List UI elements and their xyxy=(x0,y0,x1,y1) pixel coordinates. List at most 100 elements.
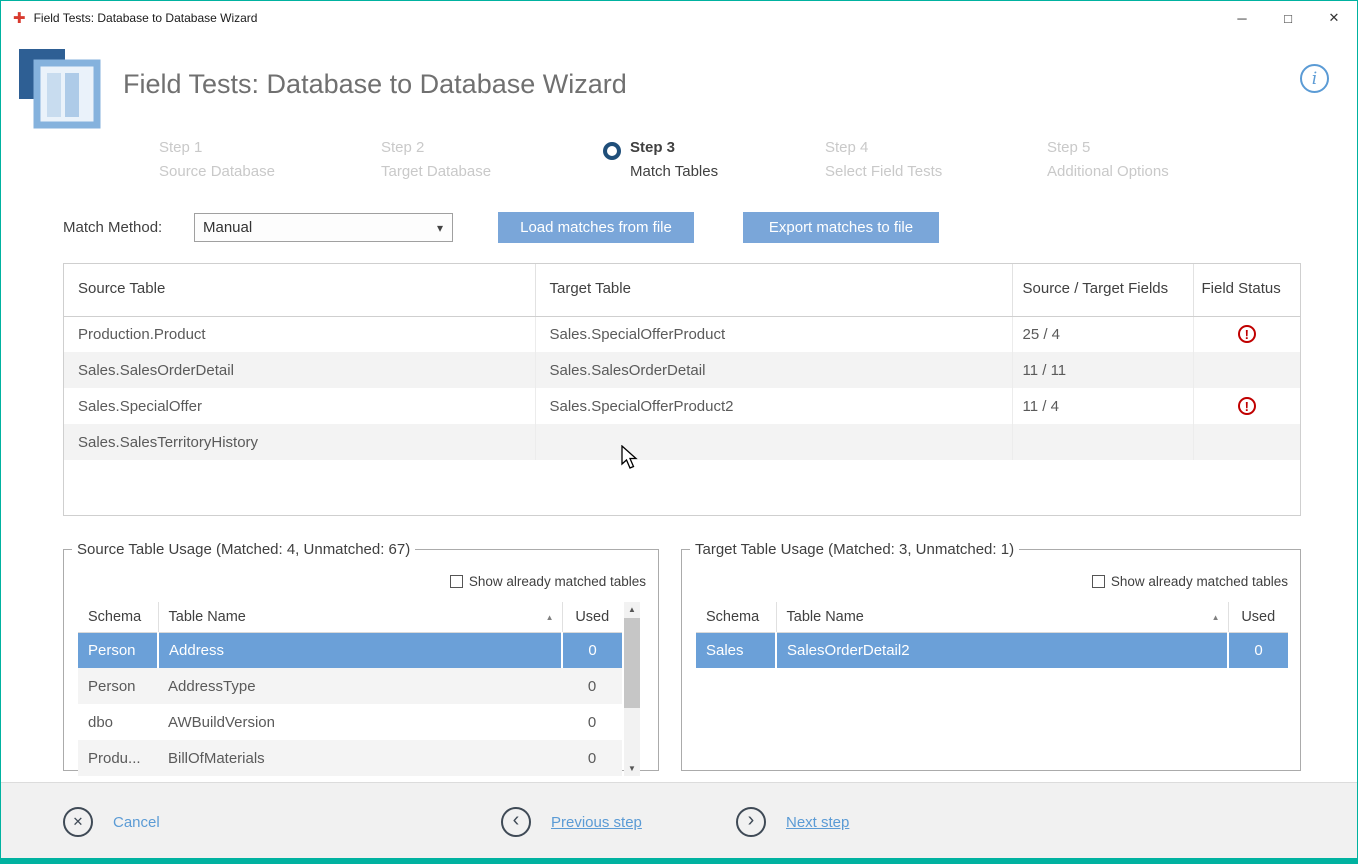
minimize-button[interactable]: ─ xyxy=(1219,1,1265,35)
scroll-down-icon[interactable]: ▼ xyxy=(624,761,640,776)
scroll-up-icon[interactable]: ▲ xyxy=(624,602,640,617)
sort-ascending-icon: ▲ xyxy=(1212,613,1220,622)
list-item[interactable]: Produ... BillOfMaterials 0 xyxy=(78,740,622,776)
mouse-cursor xyxy=(621,445,641,473)
schema-cell[interactable]: dbo xyxy=(78,704,158,740)
col-source-table[interactable]: Source Table xyxy=(64,264,535,316)
match-table-body: Production.Product Sales.SpecialOfferPro… xyxy=(64,316,1300,460)
target-table-cell[interactable] xyxy=(535,424,1012,460)
table-row[interactable]: Production.Product Sales.SpecialOfferPro… xyxy=(64,316,1300,352)
previous-step-label: Previous step xyxy=(551,814,642,831)
source-table-cell[interactable]: Sales.SalesTerritoryHistory xyxy=(64,424,535,460)
checkbox-icon[interactable] xyxy=(1092,575,1105,588)
vertical-scrollbar[interactable]: ▲ ▼ xyxy=(624,602,640,776)
match-table: Source Table Target Table Source / Targe… xyxy=(64,264,1300,460)
target-table-cell[interactable]: Sales.SpecialOfferProduct xyxy=(535,316,1012,352)
load-matches-button[interactable]: Load matches from file xyxy=(498,212,694,243)
show-matched-label: Show already matched tables xyxy=(469,574,646,589)
export-matches-button[interactable]: Export matches to file xyxy=(743,212,939,243)
previous-step-button[interactable]: ‹ Previous step xyxy=(501,783,642,861)
table-name-cell[interactable]: AWBuildVersion xyxy=(158,704,562,740)
wizard-step[interactable]: Step 4 Select Field Tests xyxy=(825,139,1047,180)
col-schema[interactable]: Schema xyxy=(78,602,158,632)
col-table-name[interactable]: Table Name▲ xyxy=(158,602,562,632)
target-table-cell[interactable]: Sales.SpecialOfferProduct2 xyxy=(535,388,1012,424)
col-used[interactable]: Used xyxy=(1228,602,1288,632)
fields-count-cell: 25 / 4 xyxy=(1012,316,1193,352)
source-table-cell[interactable]: Sales.SpecialOffer xyxy=(64,388,535,424)
source-table-cell[interactable]: Production.Product xyxy=(64,316,535,352)
table-name-cell[interactable]: SalesOrderDetail2 xyxy=(776,632,1228,668)
target-table-cell[interactable]: Sales.SalesOrderDetail xyxy=(535,352,1012,388)
table-row[interactable]: Sales.SpecialOffer Sales.SpecialOfferPro… xyxy=(64,388,1300,424)
schema-cell[interactable]: Sales xyxy=(696,632,776,668)
sort-ascending-icon: ▲ xyxy=(546,613,554,622)
next-step-button[interactable]: › Next step xyxy=(736,783,849,861)
scrollbar-thumb[interactable] xyxy=(624,618,640,708)
step-number: Step 2 xyxy=(381,139,491,156)
wizard-step[interactable]: Step 5 Additional Options xyxy=(1047,139,1269,180)
schema-cell[interactable]: Produ... xyxy=(78,740,158,776)
used-cell: 0 xyxy=(562,704,622,740)
table-name-cell[interactable]: BillOfMaterials xyxy=(158,740,562,776)
match-method-select[interactable]: Manual ▾ xyxy=(194,213,453,242)
list-item[interactable]: Sales SalesOrderDetail2 0 xyxy=(696,632,1288,668)
info-icon[interactable]: i xyxy=(1300,64,1329,93)
fields-count-cell xyxy=(1012,424,1193,460)
target-usage-title: Target Table Usage (Matched: 3, Unmatche… xyxy=(690,541,1019,558)
source-usage-title: Source Table Usage (Matched: 4, Unmatche… xyxy=(72,541,415,558)
col-used[interactable]: Used xyxy=(562,602,622,632)
fields-count-cell: 11 / 4 xyxy=(1012,388,1193,424)
app-window: ✚ Field Tests: Database to Database Wiza… xyxy=(0,0,1358,864)
step-label: Source Database xyxy=(159,163,275,180)
step-number: Step 4 xyxy=(825,139,942,156)
match-table-header-row: Source Table Target Table Source / Targe… xyxy=(64,264,1300,316)
target-show-matched-row[interactable]: Show already matched tables xyxy=(1092,574,1288,589)
wizard-steps: Step 1 Source Database Step 2 Target Dat… xyxy=(159,139,1269,180)
step-label: Target Database xyxy=(381,163,491,180)
field-status-cell xyxy=(1193,424,1300,460)
col-table-name[interactable]: Table Name▲ xyxy=(776,602,1228,632)
col-target-table[interactable]: Target Table xyxy=(535,264,1012,316)
col-field-status[interactable]: Field Status xyxy=(1193,264,1300,316)
app-logo-icon xyxy=(17,47,101,131)
wizard-step[interactable]: Step 3 Match Tables xyxy=(603,139,825,180)
page-title: Field Tests: Database to Database Wizard xyxy=(123,69,627,100)
col-source-target-fields[interactable]: Source / Target Fields xyxy=(1012,264,1193,316)
step-number: Step 5 xyxy=(1047,139,1169,156)
chevron-down-icon: ▾ xyxy=(437,221,443,235)
match-method-value: Manual xyxy=(203,219,252,236)
used-cell: 0 xyxy=(1228,632,1288,668)
table-name-cell[interactable]: AddressType xyxy=(158,668,562,704)
list-item[interactable]: Person AddressType 0 xyxy=(78,668,622,704)
source-usage-table: Schema Table Name▲ Used Person Address 0… xyxy=(78,602,622,776)
target-usage-body: Sales SalesOrderDetail2 0 xyxy=(696,632,1288,668)
source-table-cell[interactable]: Sales.SalesOrderDetail xyxy=(64,352,535,388)
field-status-error-icon xyxy=(1238,397,1256,415)
show-matched-label: Show already matched tables xyxy=(1111,574,1288,589)
maximize-button[interactable]: □ xyxy=(1265,1,1311,35)
col-schema[interactable]: Schema xyxy=(696,602,776,632)
table-name-cell[interactable]: Address xyxy=(158,632,562,668)
usage-header-row: Schema Table Name▲ Used xyxy=(696,602,1288,632)
table-row[interactable]: Sales.SalesTerritoryHistory xyxy=(64,424,1300,460)
source-show-matched-row[interactable]: Show already matched tables xyxy=(450,574,646,589)
cancel-x-icon: ✕ xyxy=(63,807,93,837)
chevron-right-icon: › xyxy=(736,807,766,837)
cancel-button[interactable]: ✕ Cancel xyxy=(63,783,160,861)
list-item[interactable]: dbo AWBuildVersion 0 xyxy=(78,704,622,740)
used-cell: 0 xyxy=(562,632,622,668)
step-label: Match Tables xyxy=(630,163,718,180)
schema-cell[interactable]: Person xyxy=(78,632,158,668)
wizard-step[interactable]: Step 1 Source Database xyxy=(159,139,381,180)
wizard-step[interactable]: Step 2 Target Database xyxy=(381,139,603,180)
checkbox-icon[interactable] xyxy=(450,575,463,588)
accent-bottom-bar xyxy=(1,858,1357,863)
field-status-cell xyxy=(1193,316,1300,352)
table-row[interactable]: Sales.SalesOrderDetail Sales.SalesOrderD… xyxy=(64,352,1300,388)
schema-cell[interactable]: Person xyxy=(78,668,158,704)
match-method-label: Match Method: xyxy=(63,219,162,236)
close-button[interactable]: ✕ xyxy=(1311,1,1357,35)
list-item[interactable]: Person Address 0 xyxy=(78,632,622,668)
step-number: Step 3 xyxy=(630,139,718,156)
